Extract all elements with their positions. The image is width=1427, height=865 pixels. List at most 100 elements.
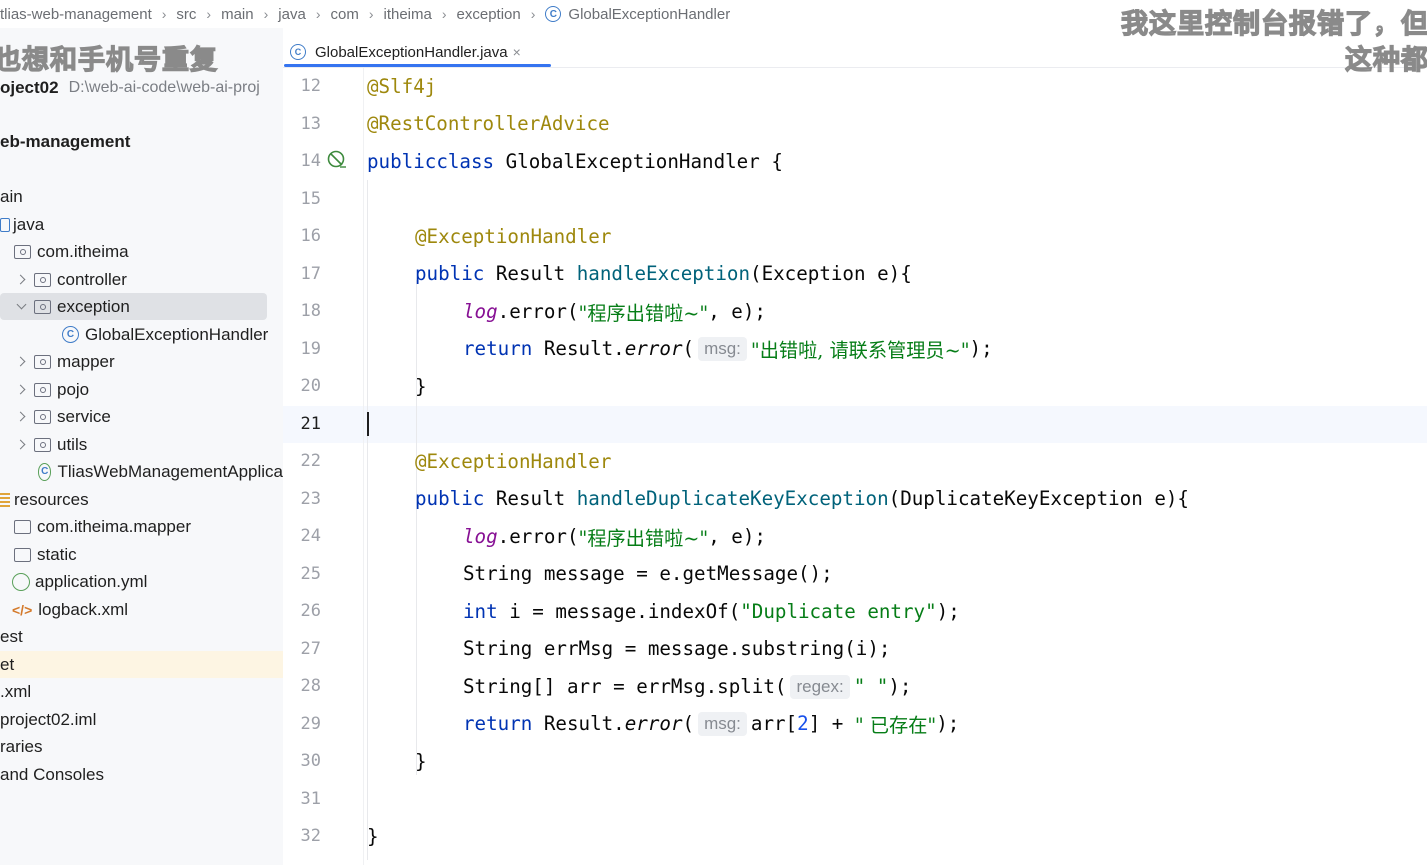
code-token: GlobalExceptionHandler { [494, 150, 783, 173]
code-line-13: @RestControllerAdvice [367, 105, 610, 142]
code-line-18: log .error("程序出错啦~", e); [463, 293, 766, 330]
code-token: ( [682, 337, 695, 360]
chevron-right-icon[interactable] [16, 412, 26, 422]
code-token: "Duplicate entry" [740, 600, 937, 623]
breadcrumb-item[interactable]: com [330, 6, 358, 23]
tree-item-selected[interactable]: exception [0, 293, 267, 320]
code-line-30: } [415, 743, 427, 780]
tree-label: resources [14, 489, 89, 509]
subtitle-overlay-top-left: 也想和手机号重复 [0, 44, 218, 76]
chevron-right-icon[interactable] [16, 385, 26, 395]
code-token: @RestControllerAdvice [367, 112, 610, 135]
project-root[interactable]: oject02 D:\web-ai-code\web-ai-proj [0, 74, 283, 101]
code-token: .error( [497, 525, 579, 548]
code-token: } [415, 375, 427, 398]
code-token: } [367, 825, 379, 848]
chevron-right-icon: › [441, 6, 447, 22]
breadcrumb-item[interactable]: exception [457, 6, 521, 23]
tree-label: java [13, 214, 45, 234]
project-root-path: D:\web-ai-code\web-ai-proj [68, 78, 260, 96]
chevron-right-icon[interactable] [16, 275, 26, 285]
code-line-25: String message = e.getMessage(); [463, 555, 833, 592]
code-token: , e); [708, 300, 766, 323]
code-token: ); [936, 712, 960, 735]
tree-label: GlobalExceptionHandler [85, 324, 269, 344]
current-line-highlight [283, 406, 1427, 443]
tree-item[interactable]: utils [0, 431, 283, 458]
tree-item[interactable]: and Consoles [0, 761, 283, 788]
breadcrumb-item[interactable]: C GlobalExceptionHandler [545, 6, 730, 23]
line-number: 19 [300, 339, 321, 359]
breadcrumb-item[interactable]: itheima [384, 6, 432, 23]
tree-item[interactable]: mapper [0, 348, 283, 375]
spring-boot-app-icon: C [38, 462, 52, 481]
chevron-right-icon: › [206, 6, 212, 22]
tree-item[interactable]: com.itheima.mapper [0, 513, 283, 540]
code-editor[interactable]: 12 13 14 15 16 17 18 19 20 21 22 23 24 2… [283, 68, 1427, 865]
tree-item[interactable]: com.itheima [0, 238, 283, 265]
line-number: 23 [300, 489, 321, 509]
code-token: "出错啦, 请联系管理员~" [750, 338, 970, 362]
code-line-26: int i = message.indexOf("Duplicate entry… [463, 593, 960, 630]
breadcrumb-item[interactable]: tlias-web-management [0, 6, 152, 23]
tree-item[interactable]: pojo [0, 376, 283, 403]
tab-label: GlobalExceptionHandler.java [315, 43, 508, 61]
code-token: return [463, 337, 533, 360]
line-number: 12 [300, 76, 321, 96]
line-number: 28 [300, 676, 321, 696]
tree-item[interactable]: ain [0, 183, 283, 210]
tree-item[interactable]: raries [0, 733, 283, 760]
yaml-config-icon [12, 572, 30, 591]
code-line-16: @ExceptionHandler [415, 218, 611, 255]
tree-label: et [0, 654, 15, 674]
chevron-right-icon[interactable] [16, 357, 26, 367]
code-line-29: return Result. error(msg: arr[2] + " 已存在")… [463, 705, 959, 742]
code-token: String message = e.getMessage(); [463, 562, 833, 585]
tree-label: TliasWebManagementApplica [57, 461, 283, 481]
tree-item[interactable]: et [0, 651, 283, 678]
spring-bean-icon[interactable] [327, 150, 347, 170]
tree-item[interactable]: </> logback.xml [0, 596, 283, 623]
line-number: 31 [300, 789, 321, 809]
code-token: ); [888, 675, 912, 698]
line-number: 22 [300, 451, 321, 471]
code-token: Result. [532, 337, 625, 360]
tree-item[interactable]: service [0, 403, 283, 430]
code-line-27: String errMsg = message.substring(i); [463, 630, 890, 667]
chevron-right-icon[interactable] [16, 440, 26, 450]
subtitle-overlay-top-right-2: 这种都 [1344, 44, 1427, 76]
tree-item[interactable]: project02.iml [0, 706, 283, 733]
package-icon [34, 382, 51, 397]
tree-item[interactable]: application.yml [0, 568, 283, 595]
breadcrumb-item[interactable]: src [176, 6, 196, 23]
tree-item[interactable]: C TliasWebManagementApplica [0, 458, 283, 485]
tree-item[interactable]: controller [0, 266, 283, 293]
tree-item[interactable]: resources [0, 486, 283, 513]
code-token: ); [969, 337, 993, 360]
code-token: error [624, 712, 683, 735]
close-icon[interactable]: × [513, 44, 521, 60]
tree-item[interactable]: C GlobalExceptionHandler [0, 321, 283, 348]
tree-item[interactable]: .xml [0, 678, 283, 705]
code-token: return [463, 712, 533, 735]
code-token: String[] arr = errMsg.split( [463, 675, 787, 698]
tree-item[interactable]: java [0, 211, 283, 238]
module-item[interactable]: eb-management [0, 128, 283, 155]
breadcrumb-item[interactable]: main [221, 6, 254, 23]
code-line-23: public Result handleDuplicateKeyExceptio… [415, 480, 1189, 517]
code-line-24: log .error("程序出错啦~", e); [463, 518, 766, 555]
code-token: public [367, 150, 437, 173]
code-token: ); [936, 600, 960, 623]
tree-item[interactable]: static [0, 541, 283, 568]
line-number: 32 [300, 826, 321, 846]
resources-folder-icon [0, 492, 10, 507]
code-token: public [415, 262, 485, 285]
source-folder-icon [0, 217, 10, 232]
code-token: log [463, 300, 498, 323]
indent-guide [367, 180, 368, 860]
line-number: 18 [300, 301, 321, 321]
breadcrumb-item[interactable]: java [278, 6, 306, 23]
chevron-down-icon[interactable] [16, 302, 26, 312]
tree-label: raries [0, 736, 43, 756]
tree-item[interactable]: est [0, 623, 283, 650]
